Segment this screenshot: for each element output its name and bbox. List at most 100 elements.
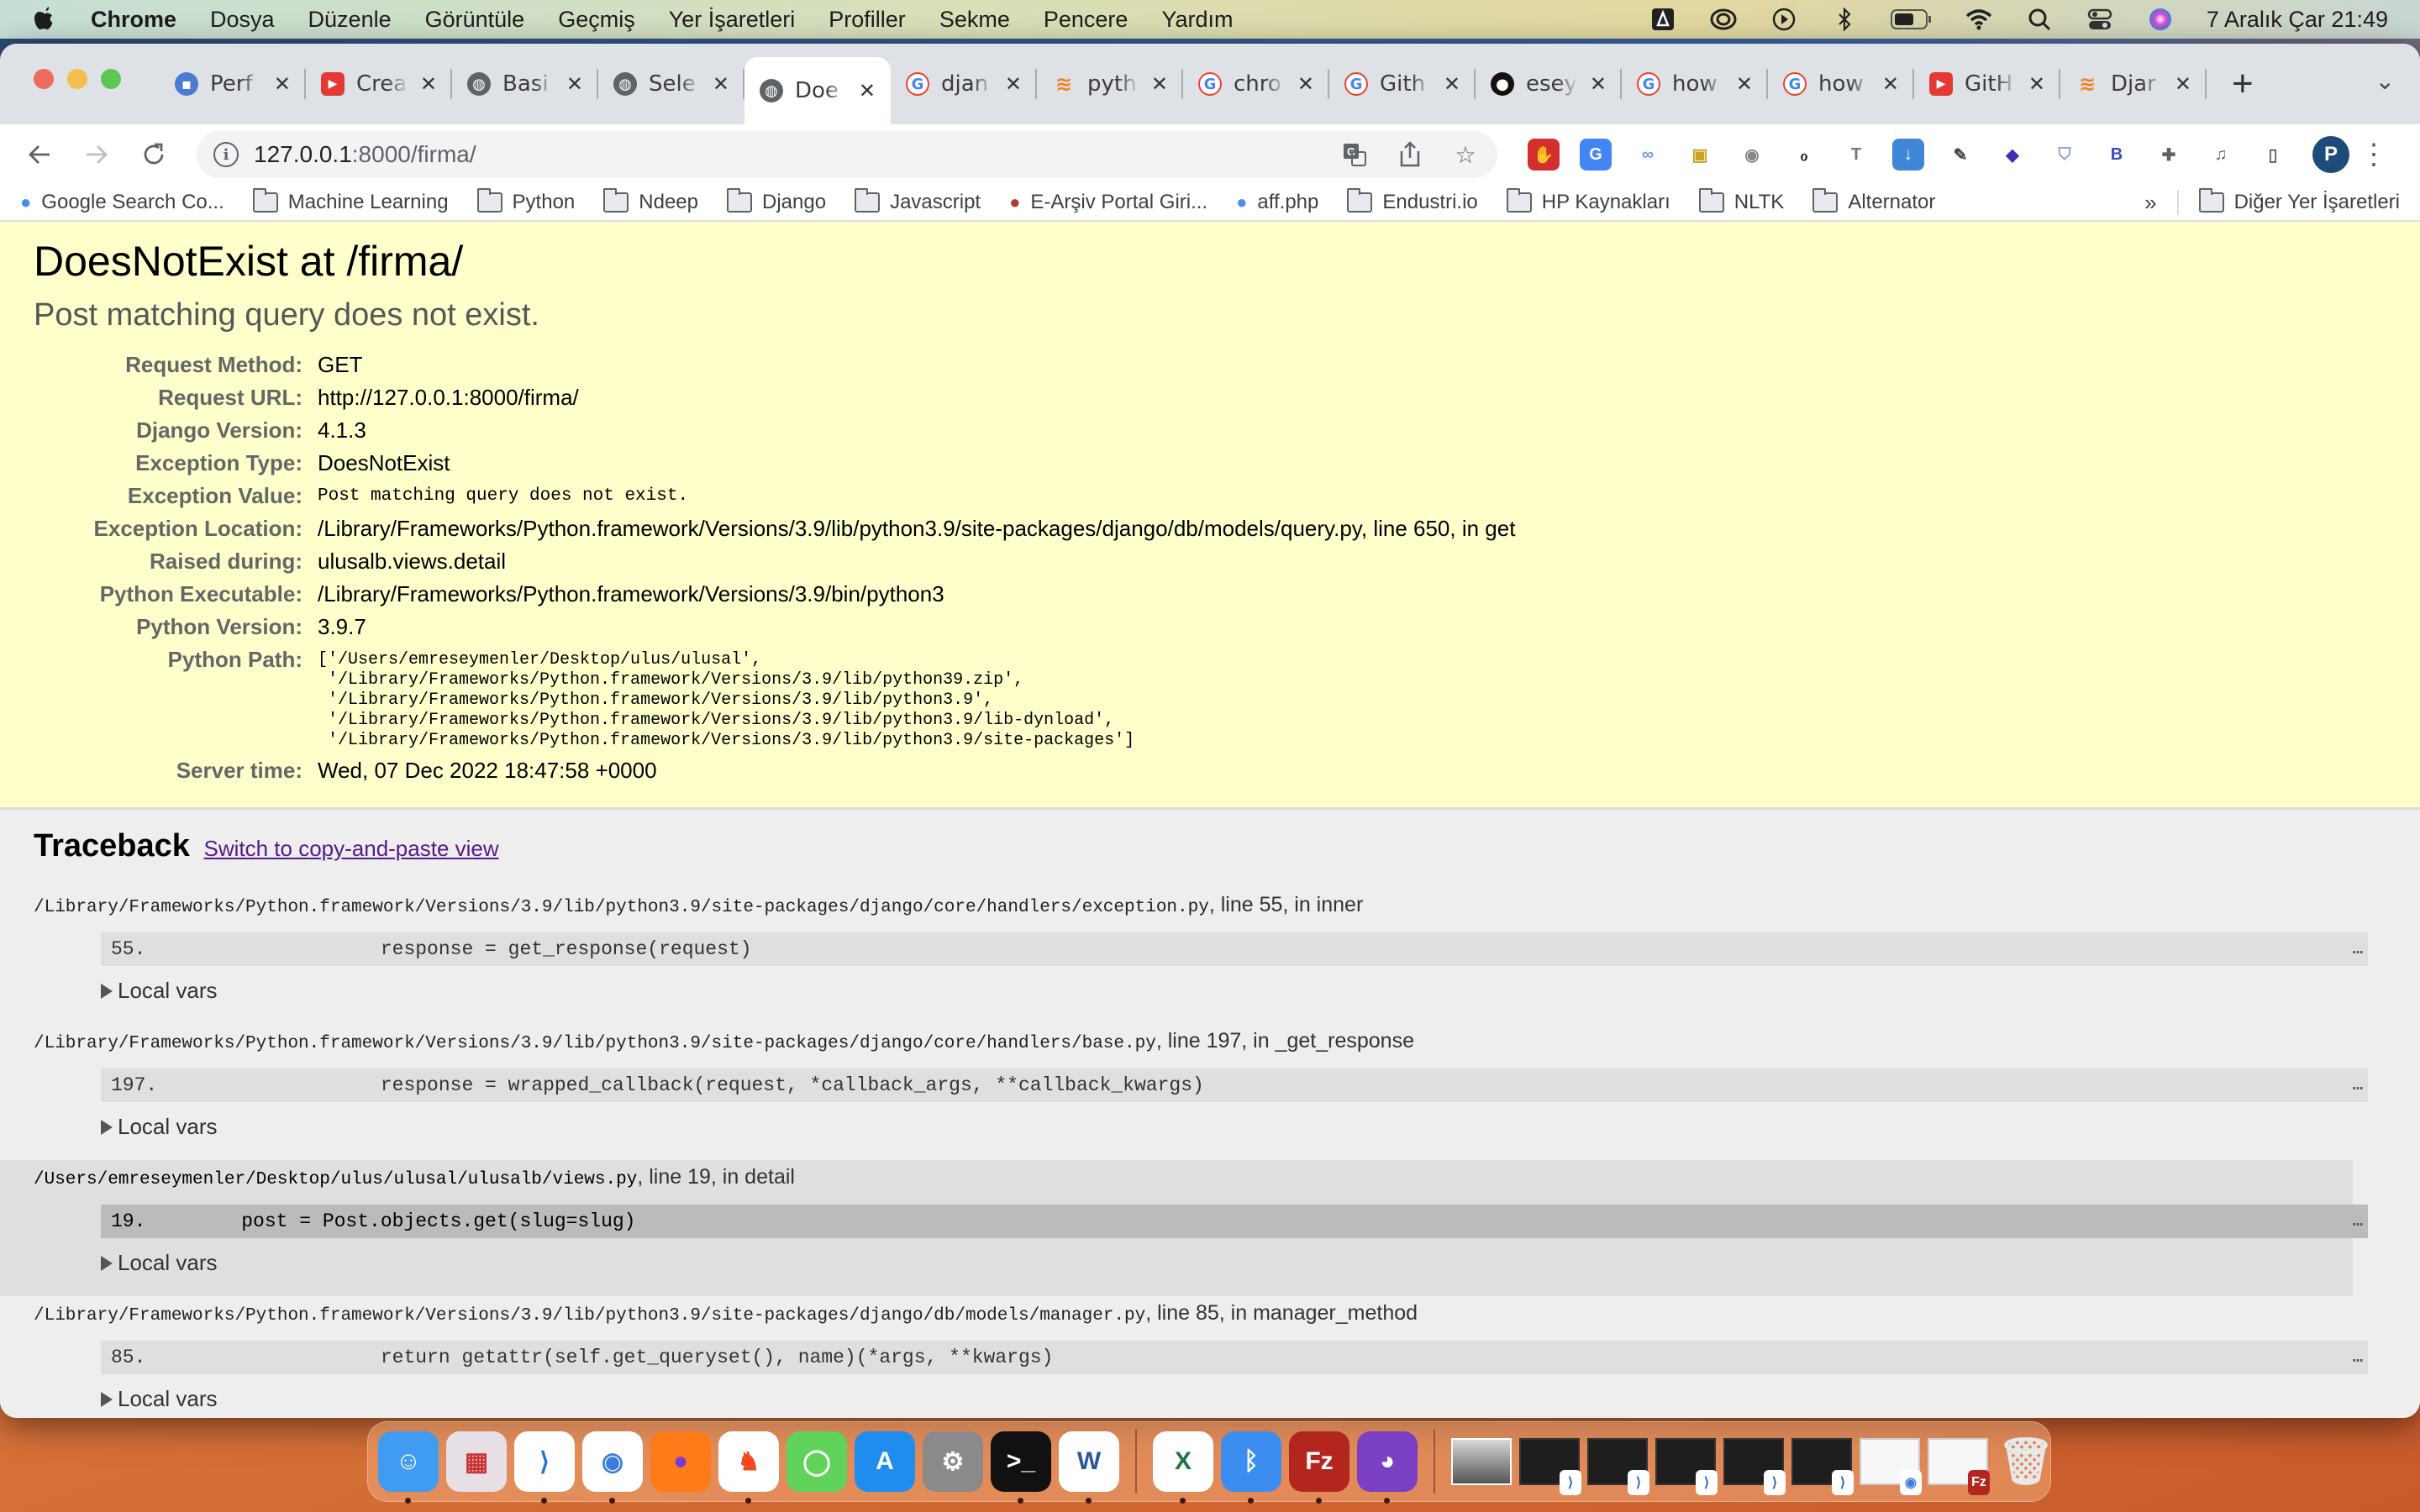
forward-button[interactable] [77,135,116,174]
window-minimize-button[interactable] [67,69,87,89]
menu-app-name[interactable]: Chrome [91,7,176,33]
siri-icon[interactable] [2146,5,2175,34]
dock-brave-icon[interactable]: ♞ [718,1431,779,1504]
menu-item[interactable]: Dosya [210,7,275,33]
tab-close-icon[interactable]: ✕ [1444,72,1460,96]
ocr-paper-icon[interactable]: ℴ [1788,139,1820,171]
bluetooth-icon[interactable] [1830,5,1859,34]
expand-context-button[interactable]: … [2353,1212,2363,1231]
browser-tab[interactable]: ◍ Doe ✕ [744,57,891,124]
tab-close-icon[interactable]: ✕ [1297,72,1314,96]
dock-minimized-preview-photo[interactable] [1451,1438,1512,1485]
spotlight-search-icon[interactable] [2025,5,2054,34]
tab-close-icon[interactable]: ✕ [2175,72,2191,96]
bookmark-item[interactable]: HP Kaynakları [1506,188,1670,214]
bookmark-item[interactable]: Endustri.io [1347,188,1478,214]
browser-tab[interactable]: ◍ Sele ✕ [598,57,744,111]
dock-vscode-icon[interactable]: ⟩ [514,1431,575,1504]
browser-tab[interactable]: ● esey ✕ [1476,57,1622,111]
dock-word-icon[interactable]: W [1059,1431,1119,1504]
tab-close-icon[interactable]: ✕ [713,72,729,96]
context-line[interactable]: 55. response = get_response(request)… [101,932,2368,966]
battery-icon[interactable] [1890,5,1933,34]
menu-item[interactable]: Geçmiş [558,7,635,33]
menu-item[interactable]: Yardım [1161,7,1233,33]
profile-avatar[interactable]: P [2312,136,2349,173]
menu-item[interactable]: Yer İşaretleri [669,7,796,33]
link-icon[interactable]: ∞ [1632,139,1664,171]
browser-tab[interactable]: G Gith ✕ [1329,57,1476,111]
dock-excel-icon[interactable]: X [1153,1431,1213,1504]
browser-tab[interactable]: Ghow ✕ [1768,57,1914,111]
dock-minimized-vscode-window-5[interactable]: ⟩ [1791,1438,1854,1495]
menu-item[interactable]: Sekme [939,7,1010,33]
reload-button[interactable] [134,135,173,174]
image-downloader-icon[interactable]: ▣ [1684,139,1716,171]
window-close-button[interactable] [34,69,54,89]
camera-icon[interactable]: ◉ [1736,139,1768,171]
browser-tab[interactable]: Gdjan ✕ [891,57,1037,111]
expand-context-button[interactable]: … [2353,940,2363,959]
local-vars-toggle[interactable]: Local vars [101,1386,2353,1412]
google-translate-ext-icon[interactable]: G [1580,139,1612,171]
local-vars-toggle[interactable]: Local vars [101,1114,2353,1140]
other-bookmarks-folder[interactable]: Diğer Yer İşaretleri [2198,188,2400,214]
tab-search-chevron-icon[interactable]: ⌄ [2375,67,2395,95]
expand-context-button[interactable]: … [2353,1076,2363,1095]
menu-item[interactable]: Profiller [829,7,906,33]
dock-github-desktop-icon[interactable]: ◕ [1357,1431,1418,1504]
expand-context-button[interactable]: … [2353,1348,2363,1368]
site-info-icon[interactable]: i [213,142,239,167]
browser-tab[interactable]: Ghow ✕ [1622,57,1768,111]
browser-tab[interactable]: ▶ Crea ✕ [306,57,452,111]
dock-terminal-icon[interactable]: >_ [991,1431,1051,1504]
play-icon[interactable] [1770,5,1798,34]
bookmark-item[interactable]: ● E-Arşiv Portal Giri... [1009,191,1207,214]
text-icon[interactable]: T [1840,139,1872,171]
browser-tab[interactable]: ▶ GitH ✕ [1914,57,2060,111]
sidepanel-icon[interactable]: ▯ [2257,139,2289,171]
bookmark-item[interactable]: NLTK [1698,188,1784,214]
translate-icon[interactable]: G [1339,139,1370,170]
context-line[interactable]: 85. return getattr(self.get_queryset(), … [101,1341,2368,1374]
adblock-icon[interactable]: ✋ [1528,139,1560,171]
share-icon[interactable] [1395,139,1425,170]
menu-clock[interactable]: 7 Aralık Çar 21:49 [2207,7,2388,33]
bookmark-item[interactable]: Django [727,188,826,214]
tab-close-icon[interactable]: ✕ [420,72,437,96]
dock-system-preferences-icon[interactable]: ⚙ [923,1431,983,1492]
chrome-menu-icon[interactable]: ⋮ [2360,138,2388,171]
dock-filezilla-icon[interactable]: Fz [1289,1431,1349,1504]
bookmark-star-icon[interactable]: ☆ [1450,139,1481,170]
dock-bluetooth-file-exchange-icon[interactable]: ᛒ [1221,1431,1281,1504]
new-tab-button[interactable]: + [2232,63,2254,105]
media-icon[interactable]: ♫ [2205,139,2237,171]
dock-messages-icon[interactable]: ◯ [786,1431,847,1492]
menu-item[interactable]: Düzenle [308,7,392,33]
dock-launchpad-icon[interactable]: ▦ [446,1431,507,1492]
bookmark-item[interactable]: Machine Learning [252,188,449,214]
control-center-icon[interactable] [2086,5,2114,34]
local-vars-toggle[interactable]: Local vars [101,978,2353,1004]
tab-close-icon[interactable]: ✕ [1005,72,1022,96]
context-line[interactable]: 19. post = Post.objects.get(slug=slug)… [101,1205,2368,1238]
browser-tab[interactable]: ◍ Basi ✕ [452,57,598,111]
eyedropper-icon[interactable]: ✎ [1944,139,1976,171]
window-zoom-button[interactable] [101,69,121,89]
menu-item[interactable]: Görüntüle [425,7,525,33]
browser-tab[interactable]: ≋ Djar ✕ [2060,57,2207,111]
apple-menu-icon[interactable] [32,5,57,34]
tab-close-icon[interactable]: ✕ [859,79,876,102]
dropzone-icon[interactable] [1649,5,1677,34]
tab-close-icon[interactable]: ✕ [274,72,291,96]
bookmark-item[interactable]: Alternator [1812,188,1935,214]
dock-minimized-filezilla-window[interactable]: Fz [1928,1438,1990,1495]
dock-chrome-icon[interactable]: ◉ [582,1431,643,1504]
dock-minimized-chrome-window[interactable]: ◉ [1860,1438,1922,1495]
dock-minimized-vscode-window-4[interactable]: ⟩ [1723,1438,1786,1495]
trash-icon[interactable]: 🗑 [1996,1431,2056,1492]
tab-close-icon[interactable]: ✕ [1882,72,1899,96]
browser-tab[interactable]: ▪ Perf ✕ [160,57,306,111]
tab-close-icon[interactable]: ✕ [1590,72,1607,96]
dock-finder-icon[interactable]: ☺ [378,1431,439,1504]
